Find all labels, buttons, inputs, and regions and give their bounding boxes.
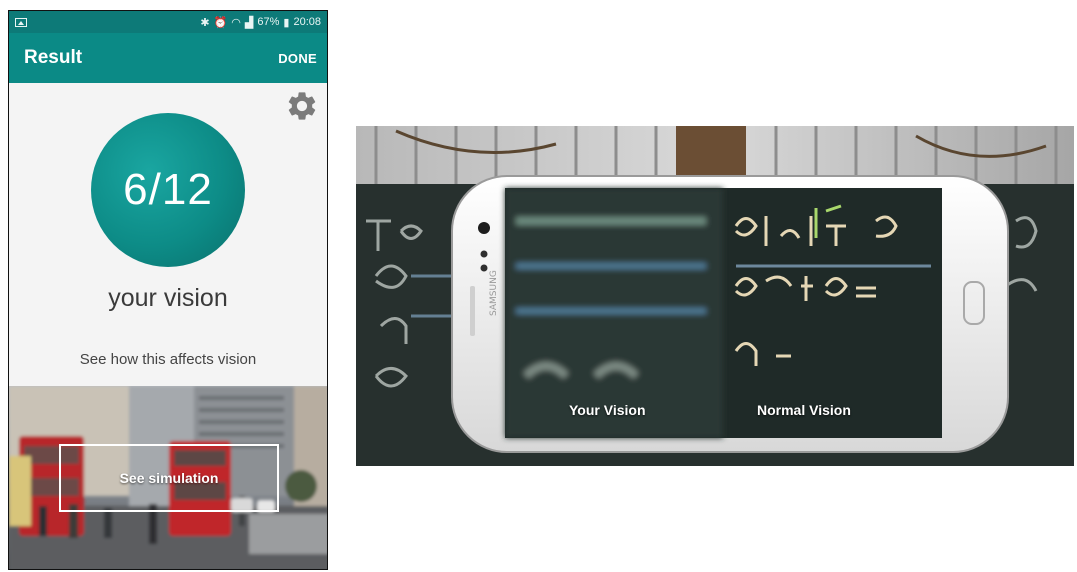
done-button[interactable]: DONE	[278, 51, 317, 66]
your-vision-label: Your Vision	[569, 402, 646, 418]
score-circle: 6/12	[91, 113, 245, 267]
signal-icon: ▟	[244, 16, 254, 29]
phone-chalkboard-illustration: SAMSUNG	[356, 126, 1074, 466]
normal-vision-label: Normal Vision	[757, 402, 851, 418]
street-scene-image: See simulation	[9, 386, 327, 569]
app-bar: Result DONE	[9, 33, 327, 83]
comparison-photo: SAMSUNG Your Vision Normal Vision	[356, 126, 1074, 466]
bluetooth-icon: ✱	[200, 16, 210, 29]
status-icons: ✱ ⏰ ◠ ▟ 67% ▮ 20:08	[200, 16, 321, 29]
image-icon	[15, 17, 27, 27]
gear-icon[interactable]	[285, 89, 319, 123]
wifi-icon: ◠	[231, 16, 241, 29]
status-bar: ✱ ⏰ ◠ ▟ 67% ▮ 20:08	[9, 11, 327, 33]
alarm-icon: ⏰	[213, 16, 228, 29]
vision-score: 6/12	[123, 165, 213, 214]
see-simulation-button[interactable]: See simulation	[59, 444, 279, 512]
figure: ✱ ⏰ ◠ ▟ 67% ▮ 20:08 Result DONE 6/12 you…	[0, 0, 1077, 572]
page-title: Result	[24, 47, 83, 68]
affects-text: See how this affects vision	[79, 351, 257, 368]
phone-screenshot: ✱ ⏰ ◠ ▟ 67% ▮ 20:08 Result DONE 6/12 you…	[8, 10, 328, 570]
vision-caption: your vision	[108, 284, 228, 312]
battery-icon: ▮	[283, 16, 290, 29]
clock: 20:08	[293, 16, 321, 28]
phone-brand-logo: SAMSUNG	[489, 270, 499, 316]
battery-percent: 67%	[257, 16, 280, 28]
